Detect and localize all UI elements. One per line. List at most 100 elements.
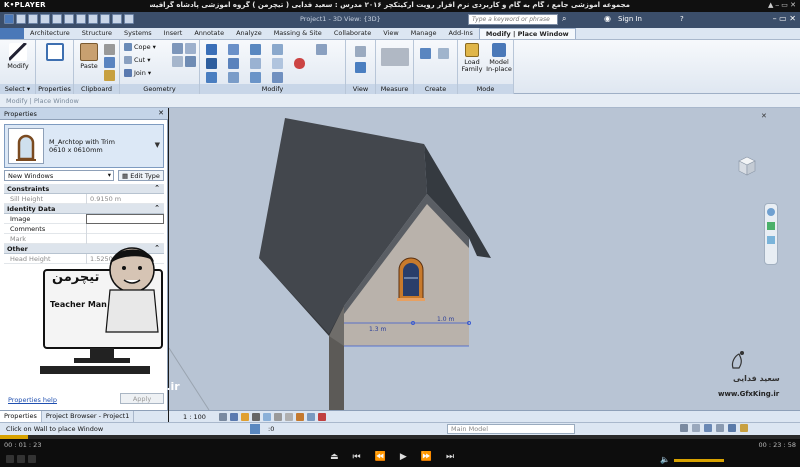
thin-lines-icon[interactable] [124, 14, 134, 24]
steering-wheel-icon[interactable] [767, 208, 775, 216]
active-model-select[interactable]: Main Model [447, 424, 575, 434]
align-icon[interactable] [206, 44, 217, 55]
volume-icon[interactable]: 🔈 [660, 455, 670, 464]
tab-manage[interactable]: Manage [405, 28, 443, 39]
volume-slider[interactable] [674, 459, 724, 462]
viewcube[interactable] [734, 153, 760, 179]
measure-tool-icon[interactable] [381, 48, 409, 66]
rotate-icon[interactable] [250, 44, 261, 55]
render-icon[interactable] [263, 413, 271, 421]
cut-geometry-button[interactable]: Cut ▾ [124, 56, 150, 64]
settings-icon[interactable] [17, 455, 25, 463]
tab-view[interactable]: View [377, 28, 404, 39]
redo-icon[interactable] [52, 14, 62, 24]
search-icon[interactable]: ⌕ [562, 14, 566, 24]
dimension-label-right[interactable]: 1.0 m [437, 316, 454, 323]
open-icon[interactable] [16, 14, 26, 24]
orbit-icon[interactable] [767, 236, 775, 244]
help-button[interactable]: ? [680, 15, 684, 23]
create-parts-icon[interactable] [438, 48, 449, 59]
previous-icon[interactable]: ⏮ [353, 452, 361, 462]
tab-analyze[interactable]: Analyze [230, 28, 268, 39]
sign-in-button[interactable]: Sign In [618, 15, 642, 23]
edit-type-button[interactable]: ▦ Edit Type [118, 170, 164, 181]
print-icon[interactable] [64, 14, 74, 24]
section-icon[interactable] [112, 14, 122, 24]
model-inplace-button[interactable]: Model In-place [486, 43, 512, 73]
seek-bar[interactable] [0, 435, 800, 439]
zoom-icon[interactable] [767, 222, 775, 230]
close-icon[interactable]: ✕ [158, 109, 164, 117]
filter-icon[interactable] [740, 424, 748, 432]
chevron-down-icon[interactable]: ▼ [155, 141, 160, 149]
lock-3d-icon[interactable] [296, 413, 304, 421]
drag-elements-icon[interactable] [728, 424, 736, 432]
scale-icon[interactable] [272, 58, 283, 69]
select-underlay-icon[interactable] [692, 424, 700, 432]
tab-architecture[interactable]: Architecture [24, 28, 76, 39]
select-dropdown[interactable]: Select ▾ [0, 84, 35, 94]
playlist-icon[interactable] [28, 455, 36, 463]
temp-hide-icon[interactable] [307, 413, 315, 421]
load-family-button[interactable]: Load Family [460, 43, 484, 73]
join-button[interactable]: Join ▾ [124, 69, 151, 77]
sun-path-icon[interactable] [241, 413, 249, 421]
split-face-icon[interactable] [172, 43, 183, 54]
tab-massing-site[interactable]: Massing & Site [268, 28, 328, 39]
property-row-sill-height[interactable]: Sill Height 0.9150 m [4, 194, 164, 204]
measure-icon[interactable] [76, 14, 86, 24]
paste-button[interactable]: Paste [76, 43, 102, 70]
search-input[interactable]: Type a keyword or phrase [468, 14, 558, 25]
next-icon[interactable]: ⏭ [446, 452, 454, 462]
cut-icon[interactable] [104, 44, 115, 55]
application-menu-button[interactable] [0, 28, 24, 39]
group-identity-data[interactable]: Identity Data ⌃ [4, 204, 164, 214]
property-row-comments[interactable]: Comments [4, 224, 164, 234]
tab-modify-place-window[interactable]: Modify | Place Window [478, 28, 576, 39]
select-by-face-icon[interactable] [716, 424, 724, 432]
trim-icon[interactable] [250, 58, 261, 69]
move-icon[interactable] [228, 58, 239, 69]
shadows-icon[interactable] [252, 413, 260, 421]
menu-icon[interactable] [6, 455, 14, 463]
match-properties-icon[interactable] [104, 70, 115, 81]
select-pinned-icon[interactable] [704, 424, 712, 432]
properties-button[interactable] [39, 43, 71, 63]
tab-annotate[interactable]: Annotate [188, 28, 230, 39]
property-value[interactable]: 0.9150 m [86, 194, 164, 204]
visual-style-icon[interactable] [230, 413, 238, 421]
drawing-canvas[interactable]: 1.3 m 1.0 m ✕ [169, 108, 800, 410]
group-constraints[interactable]: Constraints ⌃ [4, 184, 164, 194]
paint-icon[interactable] [185, 43, 196, 54]
tab-project-browser[interactable]: Project Browser - Project1 [42, 411, 135, 422]
copy-element-icon[interactable] [228, 72, 239, 83]
modify-button[interactable]: Modify [4, 43, 32, 70]
wall-joins-icon[interactable] [185, 56, 196, 67]
select-links-icon[interactable] [680, 424, 688, 432]
mirror-axis-icon[interactable] [206, 72, 217, 83]
tab-systems[interactable]: Systems [118, 28, 158, 39]
tab-add-ins[interactable]: Add-Ins [443, 28, 479, 39]
view-scale[interactable]: 1 : 100 [183, 413, 206, 421]
tab-properties[interactable]: Properties [0, 411, 42, 422]
cope-button[interactable]: Cope ▾ [124, 43, 156, 51]
play-icon[interactable]: ▶ [400, 452, 407, 462]
rewind-icon[interactable]: ⏪ [375, 452, 386, 462]
split-icon[interactable] [250, 72, 261, 83]
tab-structure[interactable]: Structure [76, 28, 118, 39]
reveal-hidden-icon[interactable] [318, 413, 326, 421]
property-value[interactable] [86, 214, 164, 224]
save-icon[interactable] [28, 14, 38, 24]
eject-icon[interactable]: ⏏ [330, 452, 339, 462]
crop-view-icon[interactable] [274, 413, 282, 421]
array-icon[interactable] [272, 44, 283, 55]
tab-insert[interactable]: Insert [158, 28, 189, 39]
copy-icon[interactable] [104, 57, 115, 68]
close-view-icon[interactable]: ✕ [761, 112, 767, 120]
worksets-icon[interactable] [250, 424, 260, 434]
hide-in-view-icon[interactable] [355, 46, 366, 57]
create-assembly-icon[interactable] [420, 48, 431, 59]
forward-icon[interactable]: ⏩ [421, 452, 432, 462]
demolish-icon[interactable] [172, 56, 183, 67]
revit-app-icon[interactable] [4, 14, 14, 24]
